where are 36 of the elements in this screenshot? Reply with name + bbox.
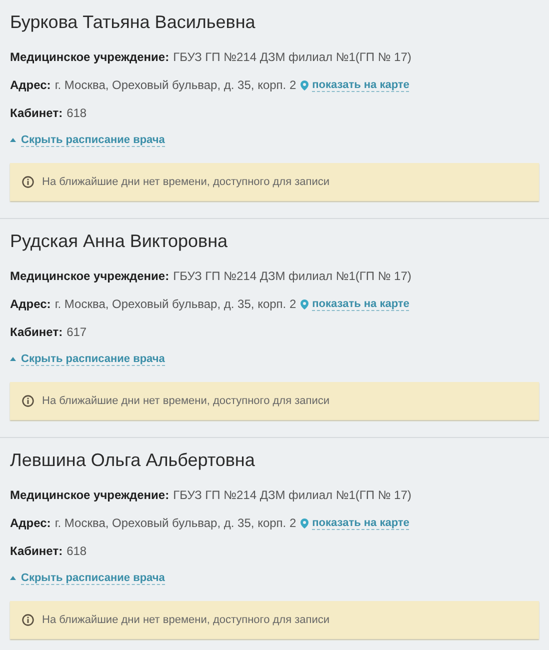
map-pin-icon bbox=[300, 298, 310, 310]
field-value: ГБУЗ ГП №214 ДЗМ филиал №1(ГП № 17) bbox=[173, 50, 412, 64]
field-value: 617 bbox=[66, 325, 87, 339]
field-label: Медицинское учреждение: bbox=[10, 50, 170, 64]
field-value: ГБУЗ ГП №214 ДЗМ филиал №1(ГП № 17) bbox=[173, 269, 412, 283]
field-label: Медицинское учреждение: bbox=[10, 269, 170, 283]
field-value: г. Москва, Ореховый бульвар, д. 35, корп. 2 bbox=[54, 297, 296, 311]
show-on-map-link[interactable]: показать на карте bbox=[312, 78, 410, 92]
field-label: Кабинет: bbox=[10, 106, 63, 120]
show-on-map-link[interactable]: показать на карте bbox=[312, 516, 410, 530]
field-label: Медицинское учреждение: bbox=[10, 488, 170, 502]
doctor-name: Левшина Ольга Альбертовна bbox=[10, 450, 256, 471]
info-icon bbox=[22, 176, 34, 188]
info-icon bbox=[22, 614, 34, 626]
field-label: Адрес: bbox=[10, 516, 51, 530]
field-label: Кабинет: bbox=[10, 544, 63, 558]
map-pin-icon bbox=[300, 80, 310, 90]
notice-text: На ближайшие дни нет времени, доступного для записи bbox=[42, 614, 330, 626]
info-icon bbox=[22, 395, 34, 407]
doctor-name: Буркова Татьяна Васильевна bbox=[10, 12, 256, 33]
field-value: 618 bbox=[66, 106, 87, 120]
field-value: г. Москва, Ореховый бульвар, д. 35, корп. 2 bbox=[54, 78, 296, 92]
show-on-map-link[interactable]: показать на карте bbox=[312, 298, 410, 310]
map-pin-icon bbox=[300, 518, 310, 528]
field-value: ГБУЗ ГП №214 ДЗМ филиал №1(ГП № 17) bbox=[173, 488, 412, 502]
field-label: Адрес: bbox=[10, 297, 51, 311]
doctor-name: Рудская Анна Викторовна bbox=[10, 231, 229, 252]
field-label: Кабинет: bbox=[10, 325, 63, 339]
schedule-toggle-link[interactable]: Скрыть расписание врача bbox=[21, 134, 165, 146]
field-value: г. Москва, Ореховый бульвар, д. 35, корп. 2 bbox=[54, 516, 296, 530]
field-value: 618 bbox=[66, 544, 87, 558]
schedule-toggle-link[interactable]: Скрыть расписание врача bbox=[21, 572, 165, 584]
notice-text: На ближайшие дни нет времени, доступного для записи bbox=[42, 395, 330, 407]
field-label: Адрес: bbox=[10, 78, 51, 92]
notice-text: На ближайшие дни нет времени, доступного для записи bbox=[42, 176, 330, 188]
schedule-toggle-link[interactable]: Скрыть расписание врача bbox=[21, 352, 165, 366]
